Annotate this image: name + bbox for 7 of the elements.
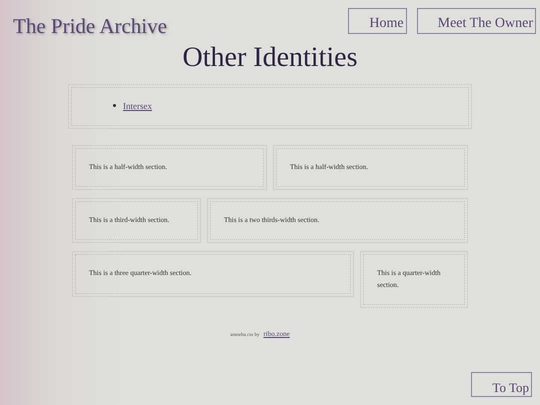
to-top-button[interactable]: To Top — [471, 372, 532, 397]
nav-link[interactable]: Home — [348, 8, 407, 34]
nav-link[interactable]: Meet The Owner — [416, 8, 536, 34]
page-heading: Other Identities — [182, 42, 358, 74]
site-title: The Pride Archive — [13, 14, 168, 39]
bullet-icon — [113, 104, 116, 107]
identity-link[interactable]: Intersex — [123, 100, 152, 110]
